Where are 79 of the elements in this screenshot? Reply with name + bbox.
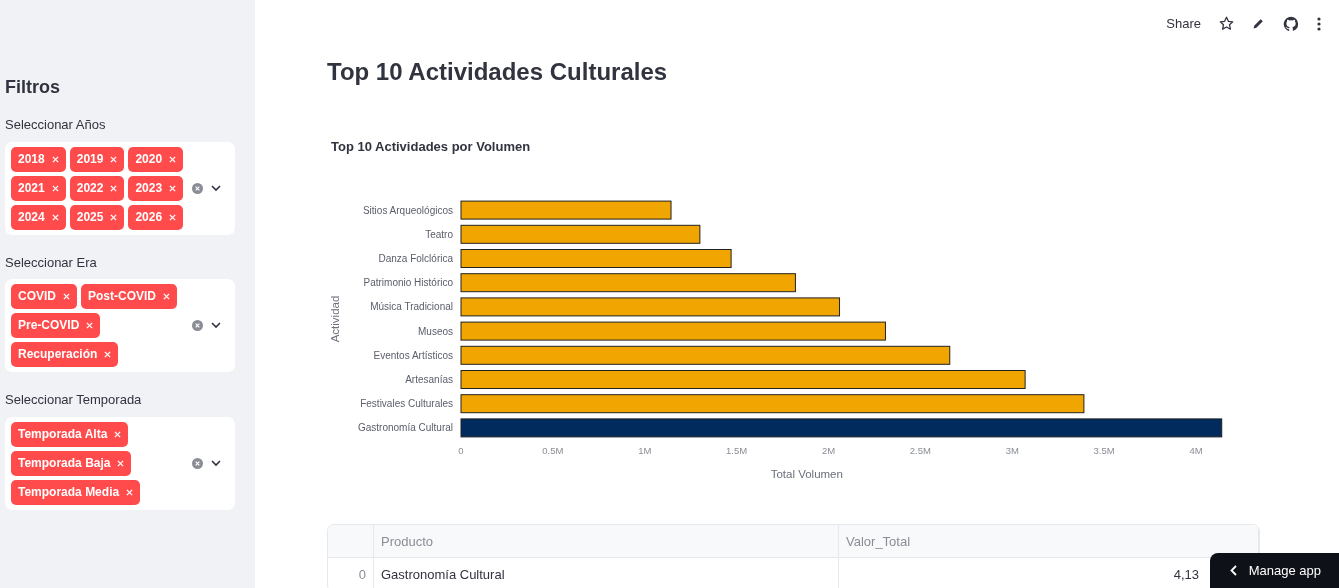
tick-label: 1.5M [726, 445, 748, 457]
multiselect-field[interactable]: Temporada Alta Temporada Baja Temporada Media [5, 416, 235, 510]
tag-chip[interactable]: 2025 [69, 204, 125, 230]
clear-icon[interactable] [192, 182, 203, 194]
category-label: Teatro [425, 229, 453, 241]
tag-chip[interactable]: Temporada Media [11, 479, 141, 505]
share-link[interactable]: Share [1166, 13, 1201, 34]
remove-icon[interactable] [110, 213, 118, 221]
category-label: Eventos Artísticos [373, 350, 453, 362]
star-icon[interactable] [1219, 16, 1234, 31]
remove-icon[interactable] [104, 351, 112, 359]
row-index: 0 [328, 558, 374, 588]
chart-title: Top 10 Actividades por Volumen [331, 137, 532, 156]
column-header[interactable]: Producto [374, 525, 839, 558]
filter-label: Seleccionar Temporada [5, 391, 143, 409]
table-cell: Gastronomía Cultural [374, 558, 839, 588]
tag-chip[interactable]: Temporada Baja [11, 450, 132, 476]
tag-chip[interactable]: Recuperación [11, 342, 119, 367]
category-label: Danza Folclórica [378, 253, 453, 265]
category-label: Sitios Arqueológicos [362, 204, 453, 216]
tag-chip[interactable]: 2020 [128, 146, 184, 172]
remove-icon[interactable] [86, 322, 94, 330]
category-label: Artesanías [405, 374, 453, 386]
sidebar-title: Filtros [5, 76, 61, 99]
tag-chip[interactable]: 2018 [11, 146, 66, 172]
remove-icon[interactable] [110, 155, 118, 163]
chevron-down-icon[interactable] [211, 459, 221, 467]
tag-chip[interactable]: 2023 [128, 175, 184, 201]
chevron-left-icon [1229, 564, 1237, 576]
tick-label: 3M [1005, 445, 1019, 457]
tick-label: 0.5M [542, 445, 564, 457]
category-label: Festivales Culturales [360, 398, 453, 410]
pencil-icon[interactable] [1252, 17, 1265, 30]
tick-label: 4M [1189, 445, 1203, 457]
remove-icon[interactable] [169, 213, 177, 221]
remove-icon[interactable] [51, 155, 59, 163]
page-title: Top 10 Actividades Culturales [327, 58, 669, 87]
tag-chip[interactable]: 2026 [128, 204, 184, 230]
tag-chip[interactable]: COVID [11, 284, 77, 309]
axis-title: Actividad [329, 295, 341, 343]
chevron-down-icon[interactable] [211, 322, 221, 329]
tag-chip[interactable]: Post-COVID [81, 284, 178, 309]
category-label: Museos [418, 325, 453, 337]
tag-chip[interactable]: Pre-COVID [11, 313, 101, 338]
filter-label: Seleccionar Años [5, 116, 107, 134]
clear-icon[interactable] [192, 320, 203, 331]
tag-chip[interactable]: 2022 [69, 175, 125, 201]
tag-chip[interactable]: 2021 [11, 175, 66, 201]
category-label: Patrimonio Histórico [363, 277, 453, 289]
manage-app-button[interactable]: Manage app [1209, 552, 1339, 588]
more-options-icon[interactable] [1317, 16, 1321, 31]
remove-icon[interactable] [51, 184, 59, 192]
tag-chip[interactable]: 2024 [11, 204, 66, 230]
remove-icon[interactable] [163, 293, 171, 301]
tick-label: 2.5M [909, 445, 931, 457]
clear-icon[interactable] [192, 457, 203, 469]
tick-label: 2M [821, 445, 836, 457]
remove-icon[interactable] [114, 430, 122, 438]
multiselect-field[interactable]: 2018 2019 2020 2021 2022 2023 2024 2025 2026 [5, 141, 235, 235]
category-label: Gastronomía Cultural [357, 422, 453, 434]
remove-icon[interactable] [117, 459, 125, 467]
tick-label: 3.5M [1093, 445, 1115, 457]
tag-chip[interactable]: Temporada Alta [11, 421, 129, 447]
remove-icon[interactable] [63, 293, 70, 301]
remove-icon[interactable] [169, 155, 177, 163]
axis-title: Total Volumen [770, 468, 843, 481]
remove-icon[interactable] [126, 488, 134, 496]
remove-icon[interactable] [169, 184, 177, 192]
tick-label: 1M [638, 445, 652, 457]
multiselect-field[interactable]: COVID Post-COVID Pre-COVID Recuperación [5, 279, 235, 372]
github-icon[interactable] [1283, 15, 1299, 32]
category-label: Música Tradicional [370, 301, 453, 313]
table-cell-text: 4,13 [1173, 565, 1199, 584]
tag-chip[interactable]: 2019 [69, 146, 125, 172]
filter-label: Seleccionar Era [5, 253, 98, 272]
remove-icon[interactable] [110, 184, 118, 192]
remove-icon[interactable] [51, 213, 59, 221]
chevron-down-icon[interactable] [211, 184, 221, 192]
tick-label: 0 [458, 445, 464, 457]
